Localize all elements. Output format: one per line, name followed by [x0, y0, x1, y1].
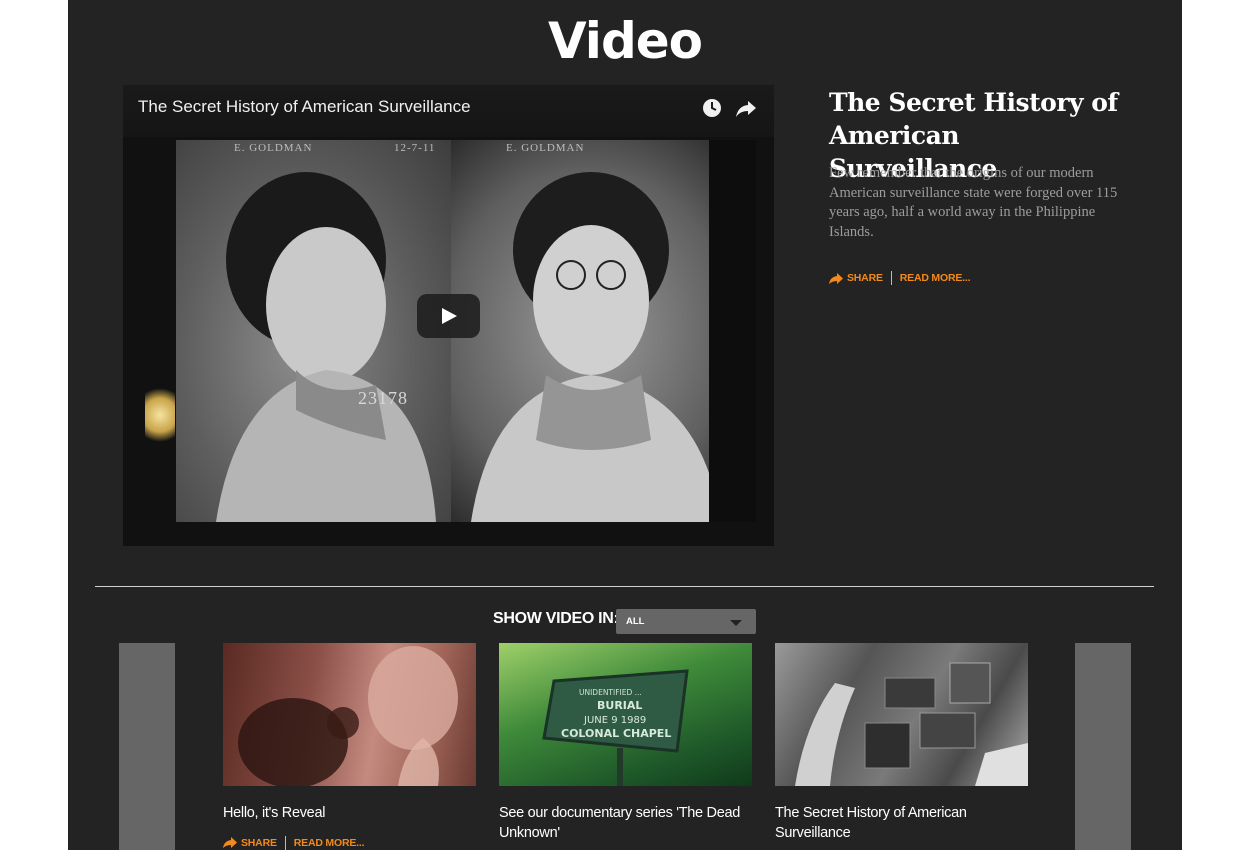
light-flare	[145, 385, 175, 445]
sign-line-4: COLONAL CHAPEL	[561, 727, 671, 740]
featured-share-label: SHARE	[847, 272, 883, 284]
sign-line-3: JUNE 9 1989	[583, 715, 646, 726]
play-icon	[442, 308, 457, 324]
frame-label-right: E. GOLDMAN	[506, 142, 585, 154]
card-actions: SHARE READ MORE...	[223, 835, 476, 850]
card-share-button[interactable]: SHARE	[223, 837, 277, 849]
video-card-title[interactable]: The Secret History of American Surveilla…	[775, 804, 1028, 843]
video-card-title[interactable]: See our documentary series 'The Dead Unk…	[499, 804, 752, 843]
card-read-more-link[interactable]: READ MORE...	[294, 837, 365, 849]
video-thumbnail[interactable]: UNIDENTIFIED ... BURIAL JUNE 9 1989 COLO…	[499, 643, 752, 786]
front-photo	[451, 140, 756, 522]
share-arrow-icon	[223, 837, 237, 848]
video-card[interactable]: The Secret History of American Surveilla…	[775, 643, 1028, 843]
video-player[interactable]: E. GOLDMAN 12-7-11 E. GOLDMAN 23178 The …	[123, 85, 774, 546]
featured-read-more-link[interactable]: READ MORE...	[900, 272, 971, 284]
frame-label-left: E. GOLDMAN	[234, 142, 313, 154]
category-select[interactable]: ALL	[616, 609, 756, 634]
action-separator	[284, 835, 286, 850]
video-card[interactable]: UNIDENTIFIED ... BURIAL JUNE 9 1989 COLO…	[499, 643, 752, 843]
category-select-value: ALL	[626, 616, 645, 627]
player-title[interactable]: The Secret History of American Surveilla…	[138, 97, 471, 117]
featured-description: Few remember that the origins of our mod…	[829, 165, 1118, 240]
photo-number: 23178	[358, 388, 408, 408]
sign-line-1: UNIDENTIFIED ...	[579, 688, 642, 697]
frame-label-mid: 12-7-11	[394, 142, 436, 154]
video-thumbnail[interactable]	[223, 643, 476, 786]
carousel-next-button[interactable]	[1075, 643, 1131, 850]
sign-line-2: BURIAL	[597, 699, 642, 712]
video-page: Video E. GOLDMAN 12-7-11 E. GOLDMAN 2317…	[68, 0, 1182, 850]
featured-actions: SHARE READ MORE...	[829, 271, 970, 285]
profile-photo	[176, 140, 451, 522]
featured-share-button[interactable]: SHARE	[829, 272, 883, 284]
video-card[interactable]: Hello, it's Reveal SHARE READ MORE...	[223, 643, 476, 850]
share-arrow-icon	[829, 272, 843, 284]
carousel-prev-button[interactable]	[119, 643, 175, 850]
share-icon[interactable]	[735, 97, 757, 119]
card-share-label: SHARE	[241, 836, 277, 849]
section-divider	[95, 586, 1154, 587]
chevron-down-icon	[730, 620, 742, 626]
page-title: Video	[547, 12, 703, 70]
video-card-title[interactable]: Hello, it's Reveal	[223, 804, 476, 824]
play-button[interactable]	[417, 294, 480, 338]
action-separator	[890, 271, 892, 285]
video-thumbnail[interactable]	[775, 643, 1028, 786]
player-title-bar: The Secret History of American Surveilla…	[123, 85, 774, 137]
watch-later-icon[interactable]	[701, 97, 723, 119]
filter-label: SHOW VIDEO IN:	[493, 610, 619, 627]
